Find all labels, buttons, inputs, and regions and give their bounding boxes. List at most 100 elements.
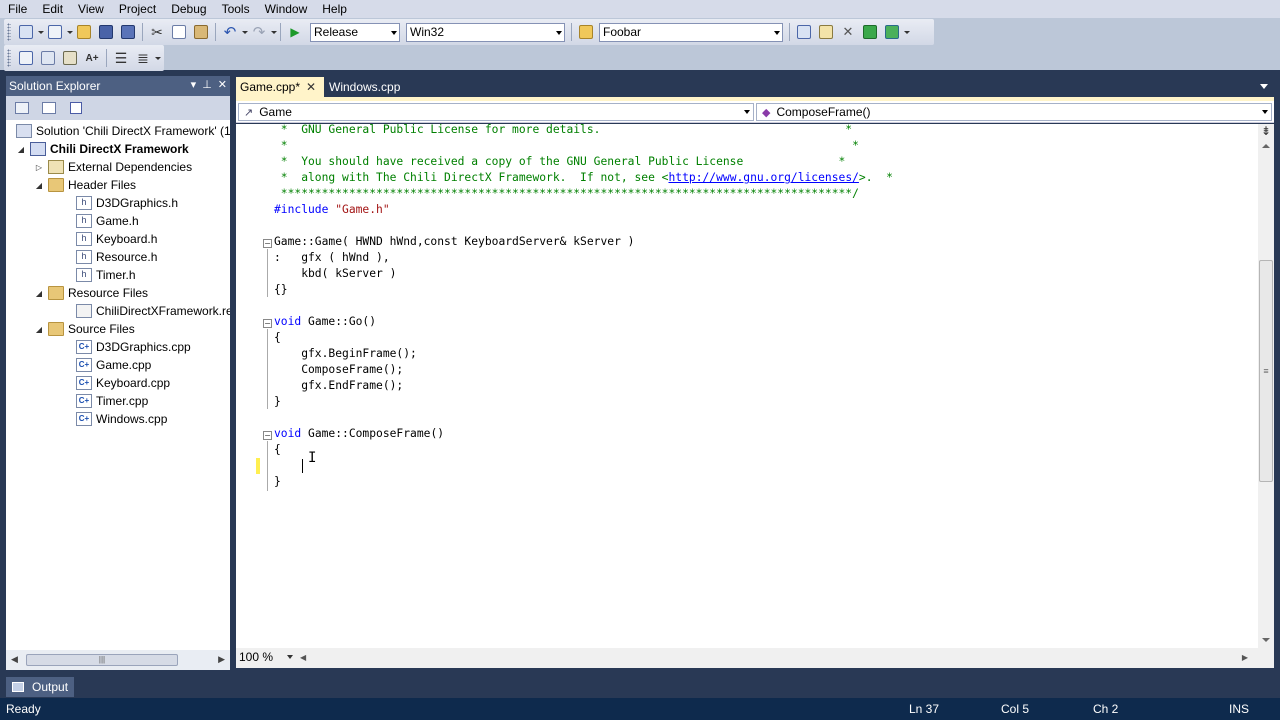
tab-windows-cpp[interactable]: Windows.cpp — [325, 77, 415, 97]
toolbar-grip[interactable] — [7, 49, 11, 67]
collapse-arrow-icon[interactable]: ◢ — [34, 289, 44, 298]
copy-button[interactable] — [168, 21, 190, 43]
window-position-dropdown-icon[interactable]: ▾ — [191, 78, 197, 91]
scroll-right-icon[interactable]: ▶ — [218, 654, 225, 665]
parameter-info-button[interactable] — [37, 47, 59, 69]
tree-item-file[interactable]: h Keyboard.h — [76, 230, 157, 248]
menu-view[interactable]: View — [70, 0, 111, 18]
new-project-button[interactable] — [15, 21, 37, 43]
tree-item-file[interactable]: h Resource.h — [76, 248, 157, 266]
split-window-icon[interactable]: ⇟ — [1259, 124, 1273, 138]
tree-item-file[interactable]: h Game.h — [76, 212, 139, 230]
scrollbar-thumb[interactable]: ≡ — [1259, 260, 1273, 482]
collapse-arrow-icon[interactable]: ◢ — [34, 181, 44, 190]
solution-configuration-select[interactable]: Release — [310, 22, 400, 42]
save-icon — [99, 25, 113, 39]
extension-manager-button[interactable] — [881, 21, 903, 43]
tree-item-file[interactable]: h D3DGraphics.h — [76, 194, 178, 212]
scroll-down-icon[interactable] — [1262, 638, 1270, 642]
license-link[interactable]: http://www.gnu.org/licenses/ — [668, 171, 858, 184]
tree-item-file[interactable]: ChiliDirectXFramework.re — [76, 302, 230, 320]
redo-dropdown[interactable] — [270, 21, 277, 43]
menu-window[interactable]: Window — [257, 0, 315, 18]
tree-item-file[interactable]: C+ Game.cpp — [76, 356, 151, 374]
close-tab-icon[interactable]: ✕ — [306, 80, 316, 94]
tree-item-label: External Dependencies — [68, 160, 193, 174]
output-window-tab[interactable]: Output — [6, 677, 75, 697]
tab-game-cpp[interactable]: Game.cpp* ✕ — [236, 77, 324, 97]
scroll-left-icon[interactable]: ◀ — [11, 654, 18, 665]
code-editor[interactable]: * GNU General Public License for more de… — [236, 124, 1258, 648]
tree-item-file[interactable]: C+ Windows.cpp — [76, 410, 167, 428]
open-file-button[interactable] — [73, 21, 95, 43]
tree-item-label: Keyboard.h — [96, 232, 158, 246]
uncomment-lines-button[interactable]: ≣ — [132, 47, 154, 69]
tree-item-project[interactable]: ◢ Chili DirectX Framework — [16, 140, 189, 158]
scroll-right-icon[interactable]: ▶ — [1242, 653, 1248, 662]
scope-select[interactable]: ↗ Game — [238, 103, 754, 121]
pin-icon[interactable]: ⊥ — [202, 78, 212, 91]
scroll-up-icon[interactable] — [1262, 144, 1270, 148]
solution-explorer-horizontal-scrollbar[interactable]: ◀ ||| ▶ — [6, 650, 230, 670]
collapse-arrow-icon[interactable]: ◢ — [34, 325, 44, 334]
find-combo[interactable]: Foobar — [599, 22, 783, 42]
menu-project[interactable]: Project — [111, 0, 163, 18]
collapse-arrow-icon[interactable]: ◢ — [16, 145, 26, 154]
solution-platform-select[interactable]: Win32 — [406, 22, 565, 42]
undo-dropdown[interactable] — [241, 21, 248, 43]
toolbar-grip[interactable] — [7, 23, 11, 41]
tree-item-source-files[interactable]: ◢ Source Files — [34, 320, 135, 338]
display-object-member-list-button[interactable] — [15, 47, 37, 69]
save-all-button[interactable] — [117, 21, 139, 43]
tree-item-solution[interactable]: Solution 'Chili DirectX Framework' (1 — [16, 122, 230, 140]
menu-file[interactable]: File — [0, 0, 34, 18]
add-item-button[interactable] — [44, 21, 66, 43]
show-all-files-button[interactable] — [39, 99, 59, 117]
redo-button[interactable]: ↷ — [248, 21, 270, 43]
text-editor-toolbar: A+ ☰ ≣ — [4, 45, 164, 71]
close-icon[interactable]: ✕ — [218, 78, 227, 91]
collapse-region-icon[interactable]: − — [263, 239, 272, 248]
tree-item-file[interactable]: C+ Timer.cpp — [76, 392, 148, 410]
tab-list-dropdown-icon[interactable] — [1260, 84, 1268, 89]
code-line: ****************************************… — [274, 187, 859, 200]
start-debugging-button[interactable]: ▶ — [284, 21, 306, 43]
tree-item-resource-files[interactable]: ◢ Resource Files — [34, 284, 148, 302]
quick-info-button[interactable] — [59, 47, 81, 69]
menu-tools[interactable]: Tools — [214, 0, 257, 18]
tree-item-header-files[interactable]: ◢ Header Files — [34, 176, 136, 194]
view-class-diagram-button[interactable] — [66, 99, 86, 117]
comment-lines-button[interactable]: ☰ — [110, 47, 132, 69]
collapse-region-icon[interactable]: − — [263, 431, 272, 440]
properties-button[interactable] — [815, 21, 837, 43]
menu-debug[interactable]: Debug — [163, 0, 213, 18]
complete-word-button[interactable]: A+ — [81, 47, 103, 69]
toolbox-button[interactable] — [859, 21, 881, 43]
menu-help[interactable]: Help — [314, 0, 354, 18]
solution-explorer-button[interactable] — [793, 21, 815, 43]
editor-vertical-scrollbar[interactable]: ⇟ ≡ — [1258, 124, 1274, 648]
status-bar: Ready Ln 37 Col 5 Ch 2 INS — [0, 698, 1280, 720]
paste-button[interactable] — [190, 21, 212, 43]
zoom-select[interactable]: 100 % — [239, 650, 294, 664]
scroll-left-icon[interactable]: ◀ — [300, 653, 306, 662]
scrollbar-thumb[interactable]: ||| — [26, 654, 178, 666]
tree-item-file[interactable]: C+ D3DGraphics.cpp — [76, 338, 191, 356]
tree-item-file[interactable]: h Timer.h — [76, 266, 136, 284]
properties-button[interactable] — [12, 99, 32, 117]
expand-arrow-icon[interactable]: ▷ — [34, 163, 44, 172]
menu-edit[interactable]: Edit — [34, 0, 70, 18]
cut-button[interactable]: ✂ — [146, 21, 168, 43]
save-button[interactable] — [95, 21, 117, 43]
new-project-dropdown[interactable] — [37, 21, 44, 43]
toolbar-options-dropdown[interactable] — [903, 21, 910, 43]
collapse-region-icon[interactable]: − — [263, 319, 272, 328]
member-select[interactable]: ◆ ComposeFrame() — [756, 103, 1272, 121]
object-browser-button[interactable]: ✕ — [837, 21, 859, 43]
tree-item-file[interactable]: C+ Keyboard.cpp — [76, 374, 170, 392]
undo-button[interactable]: ↶ — [219, 21, 241, 43]
tree-item-external-dependencies[interactable]: ▷ External Dependencies — [34, 158, 192, 176]
toolbar-options-dropdown[interactable] — [154, 47, 161, 69]
add-item-dropdown[interactable] — [66, 21, 73, 43]
find-in-files-button[interactable] — [575, 21, 597, 43]
